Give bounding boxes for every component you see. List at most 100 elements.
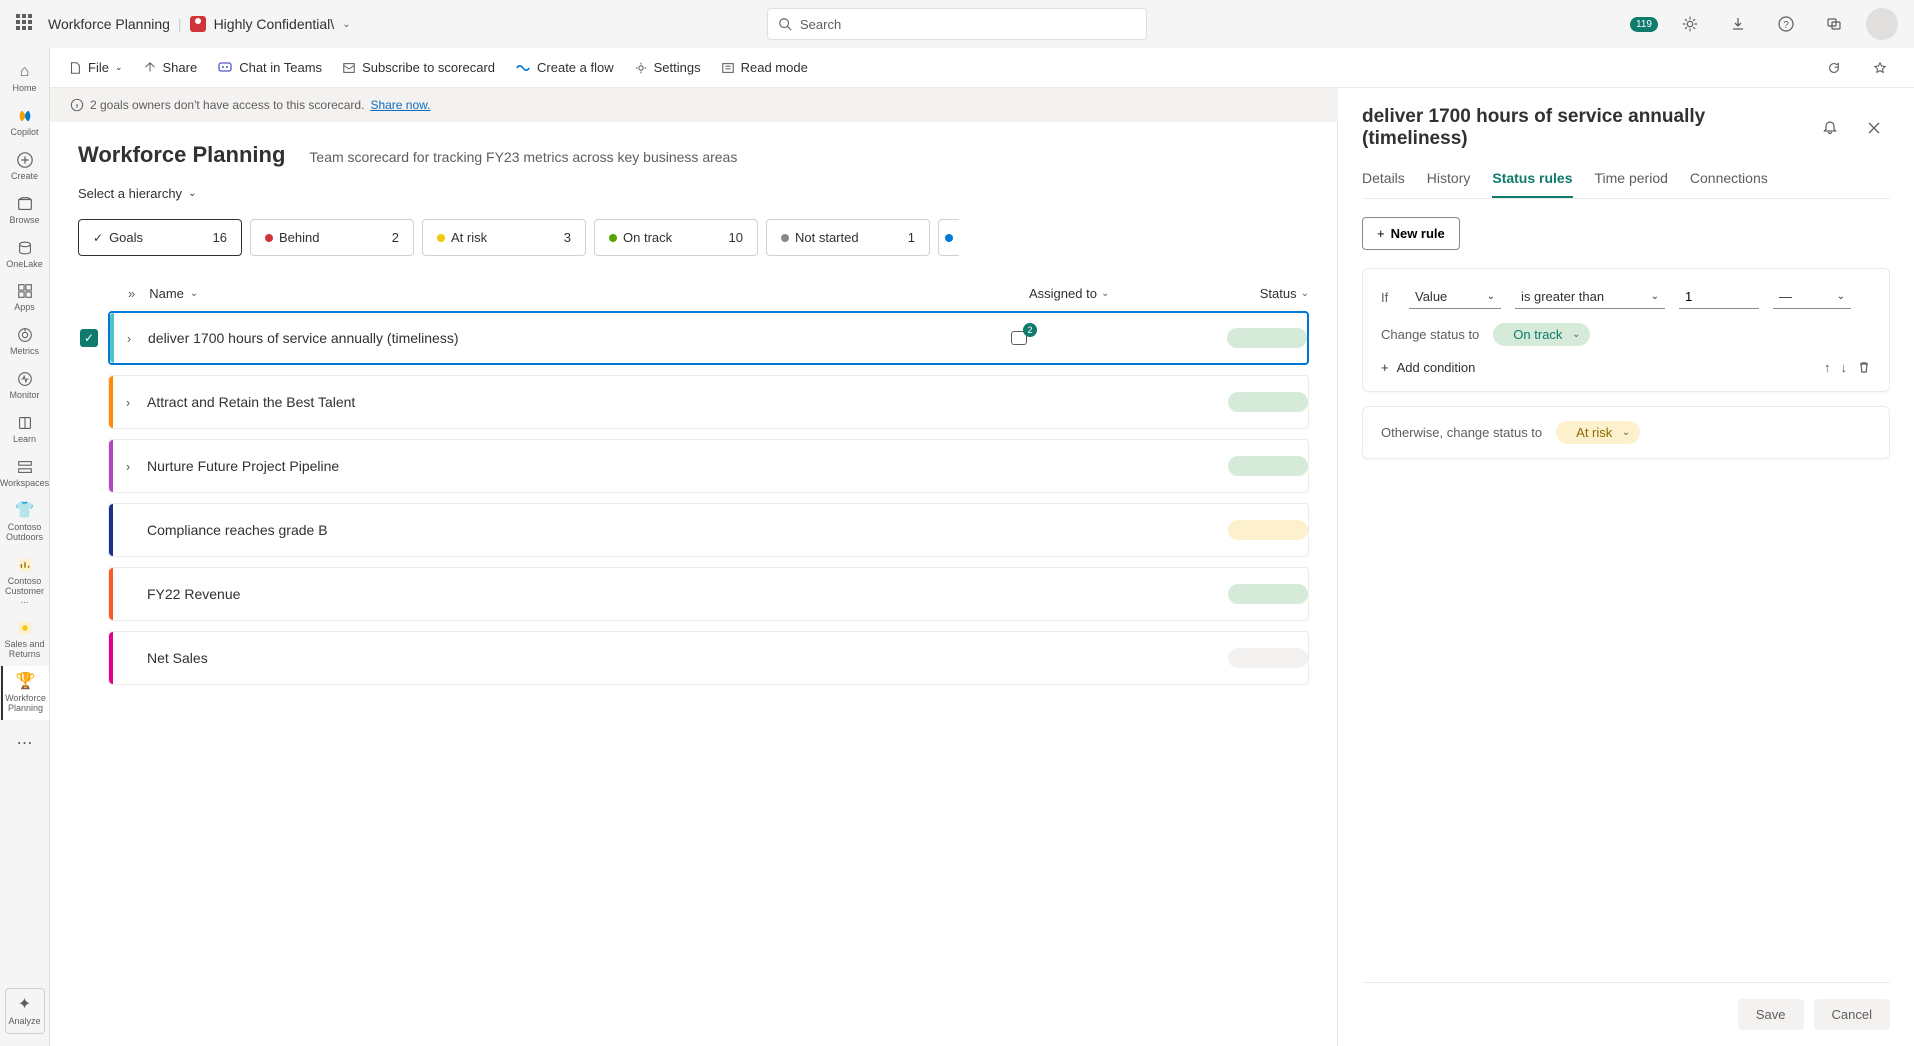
search-icon <box>778 17 792 31</box>
otherwise-label: Otherwise, change status to <box>1381 425 1542 440</box>
rule-operator-select[interactable]: is greater than⌄ <box>1515 285 1665 309</box>
nav-browse[interactable]: Browse <box>1 188 49 232</box>
col-name[interactable]: Name⌄ <box>149 286 1029 301</box>
tab-time-period[interactable]: Time period <box>1595 160 1668 198</box>
chevron-down-icon[interactable]: ⌄ <box>342 19 350 30</box>
goal-row[interactable]: Compliance reaches grade B <box>108 503 1309 557</box>
expand-icon[interactable]: › <box>114 331 144 346</box>
svg-text:?: ? <box>1783 20 1789 31</box>
goal-row[interactable]: FY22 Revenue <box>108 567 1309 621</box>
nav-more[interactable]: ⋯ <box>1 728 49 760</box>
breadcrumb-separator: | <box>178 16 182 32</box>
goal-name: Net Sales <box>143 650 1048 666</box>
goal-row[interactable]: ✓›deliver 1700 hours of service annually… <box>108 311 1309 365</box>
nav-contoso-customer[interactable]: Contoso Customer ... <box>1 549 49 613</box>
goal-row[interactable]: Net Sales <box>108 631 1309 685</box>
toolbar-share[interactable]: Share <box>143 60 198 75</box>
tab-connections[interactable]: Connections <box>1690 160 1768 198</box>
hierarchy-selector[interactable]: Select a hierarchy ⌄ <box>78 186 196 201</box>
checkbox-icon[interactable]: ✓ <box>80 329 98 347</box>
info-icon <box>70 98 84 112</box>
tab-status-rules[interactable]: Status rules <box>1492 160 1572 198</box>
filter-row: ✓Goals16Behind2At risk3On track10Not sta… <box>78 219 1309 256</box>
rule-unit-select[interactable]: —⌄ <box>1773 285 1851 309</box>
help-icon[interactable]: ? <box>1770 8 1802 40</box>
panel-notifications-icon[interactable] <box>1814 112 1846 144</box>
goal-row[interactable]: ›Nurture Future Project Pipeline <box>108 439 1309 493</box>
toolbar-chat[interactable]: Chat in Teams <box>217 60 322 76</box>
col-status[interactable]: Status⌄ <box>1229 286 1309 301</box>
download-icon[interactable] <box>1722 8 1754 40</box>
new-rule-button[interactable]: + New rule <box>1362 217 1460 250</box>
filter-behind[interactable]: Behind2 <box>250 219 414 256</box>
breadcrumb: Workforce Planning | Highly Confidential… <box>48 16 351 32</box>
goal-name: Compliance reaches grade B <box>143 522 1048 538</box>
toolbar-flow[interactable]: Create a flow <box>515 60 614 75</box>
expand-icon[interactable]: › <box>113 395 143 410</box>
feedback-icon[interactable] <box>1818 8 1850 40</box>
otherwise-card: Otherwise, change status to At risk ⌄ <box>1362 406 1890 459</box>
status-select-atrisk[interactable]: At risk ⌄ <box>1556 421 1640 444</box>
filter-overflow[interactable] <box>938 219 959 256</box>
page-title: Workforce Planning <box>78 142 285 168</box>
add-condition-button[interactable]: + Add condition <box>1381 360 1475 375</box>
chevron-down-icon: ⌄ <box>1572 329 1580 340</box>
rule-field-select[interactable]: Value⌄ <box>1409 285 1501 309</box>
breadcrumb-confidentiality[interactable]: Highly Confidential\ <box>214 16 335 32</box>
toolbar: File⌄ Share Chat in Teams Subscribe to s… <box>50 48 1914 88</box>
app-launcher-icon[interactable] <box>16 14 36 34</box>
goal-status-pill <box>1228 648 1308 668</box>
user-avatar[interactable] <box>1866 8 1898 40</box>
nav-contoso-outdoors[interactable]: 👕Contoso Outdoors <box>1 495 49 549</box>
toolbar-refresh[interactable] <box>1818 52 1850 84</box>
cancel-button[interactable]: Cancel <box>1814 999 1890 1030</box>
filter-goals[interactable]: ✓Goals16 <box>78 219 242 256</box>
expand-icon[interactable]: › <box>113 459 143 474</box>
search-input[interactable]: Search <box>767 8 1147 40</box>
expand-all-icon[interactable]: » <box>128 286 135 301</box>
goal-row[interactable]: ›Attract and Retain the Best Talent <box>108 375 1309 429</box>
save-button[interactable]: Save <box>1738 999 1804 1030</box>
tab-details[interactable]: Details <box>1362 160 1405 198</box>
goal-status-pill <box>1228 392 1308 412</box>
move-down-icon[interactable]: ↓ <box>1841 360 1848 375</box>
nav-metrics[interactable]: Metrics <box>1 319 49 363</box>
goal-status-pill <box>1227 328 1307 348</box>
nav-copilot[interactable]: Copilot <box>1 100 49 144</box>
toolbar-favorite[interactable] <box>1864 52 1896 84</box>
goal-name: Attract and Retain the Best Talent <box>143 394 1048 410</box>
comment-icon[interactable]: 2 <box>1011 331 1027 345</box>
delete-icon[interactable] <box>1857 360 1871 375</box>
nav-home[interactable]: ⌂Home <box>1 56 49 100</box>
nav-workspaces[interactable]: Workspaces <box>1 451 49 495</box>
settings-icon[interactable] <box>1674 8 1706 40</box>
filter-on-track[interactable]: On track10 <box>594 219 758 256</box>
nav-monitor[interactable]: Monitor <box>1 363 49 407</box>
panel-close-icon[interactable] <box>1858 112 1890 144</box>
filter-not-started[interactable]: Not started1 <box>766 219 930 256</box>
top-header: Workforce Planning | Highly Confidential… <box>0 0 1914 48</box>
nav-create[interactable]: Create <box>1 144 49 188</box>
nav-onelake[interactable]: OneLake <box>1 232 49 276</box>
toolbar-settings[interactable]: Settings <box>634 60 701 75</box>
status-select-ontrack[interactable]: On track ⌄ <box>1493 323 1590 346</box>
rule-value-input[interactable] <box>1679 285 1759 309</box>
panel-title: deliver 1700 hours of service annually (… <box>1362 106 1814 150</box>
breadcrumb-workspace[interactable]: Workforce Planning <box>48 16 170 32</box>
filter-at-risk[interactable]: At risk3 <box>422 219 586 256</box>
tab-history[interactable]: History <box>1427 160 1471 198</box>
nav-sales-returns[interactable]: Sales and Returns <box>1 612 49 666</box>
nav-workforce-planning[interactable]: 🏆Workforce Planning <box>1 666 49 720</box>
nav-learn[interactable]: Learn <box>1 407 49 451</box>
toolbar-subscribe[interactable]: Subscribe to scorecard <box>342 60 495 75</box>
chevron-down-icon: ⌄ <box>1622 427 1630 438</box>
nav-apps[interactable]: Apps <box>1 275 49 319</box>
move-up-icon[interactable]: ↑ <box>1824 360 1831 375</box>
notification-badge[interactable]: 119 <box>1630 17 1658 32</box>
nav-analyze[interactable]: ✦Analyze <box>5 988 45 1034</box>
main-content: Workforce Planning Team scorecard for tr… <box>50 122 1338 1046</box>
col-assigned[interactable]: Assigned to⌄ <box>1029 286 1229 301</box>
warning-link[interactable]: Share now. <box>370 98 430 112</box>
toolbar-file[interactable]: File⌄ <box>68 60 123 75</box>
toolbar-readmode[interactable]: Read mode <box>721 60 808 75</box>
